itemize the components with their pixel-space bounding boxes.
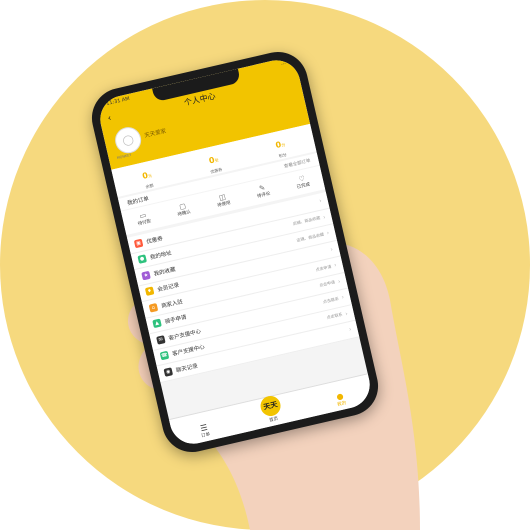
tab-mine[interactable]: ● 我的 [335,391,347,408]
order-tab-label: 待使用 [216,200,232,209]
stat-unit: 元 [147,172,153,179]
stat-label: 余额 [144,182,154,189]
tab-label: 首页 [268,416,279,424]
tab-home[interactable]: 天天 首页 [258,393,284,425]
avatar[interactable]: ◯ [112,124,144,156]
menu-item-label: 聊天记录 [175,363,199,374]
member-icon: ♦ [144,286,155,297]
order-tab-label: 待确认 [177,209,192,218]
tab-pending-confirm[interactable]: ▢ 待确认 [175,201,191,218]
menu-item-label: 商家入驻 [160,298,184,310]
chevron-right-icon: › [344,310,349,318]
tab-label: 订单 [200,432,211,440]
courier-icon: ▲ [152,318,162,329]
menu-item-hint: 点击申请 [318,279,336,289]
home-badge-icon: 天天 [258,393,283,418]
stat-points[interactable]: 0分 积分 [273,131,288,159]
menu-item-hint: 店铺、商品收藏 [292,215,321,227]
tab-pending-use[interactable]: ◫ 待使用 [215,192,231,209]
coupon-icon: ▣ [133,238,144,249]
stat-label: 积分 [278,151,288,159]
tab-label: 我的 [336,400,347,408]
stat-unit: 张 [214,156,220,163]
status-time: 11:31 AM [105,95,131,108]
menu-item-label: 我的地址 [149,250,173,262]
support-icon: ✉ [156,334,166,345]
chevron-right-icon: › [326,229,330,238]
chevron-right-icon: › [348,326,353,334]
support2-icon: ☎ [159,350,170,361]
stat-label: 优惠券 [209,166,223,174]
stat-unit: 分 [280,141,286,148]
chevron-right-icon: › [329,245,334,254]
address-icon: ● [137,254,148,265]
order-tab-label: 待付款 [137,219,152,228]
tab-completed[interactable]: ♡ 已完成 [294,174,311,191]
avatar-caption: MONKEY [116,152,132,161]
tab-pending-review[interactable]: ✎ 待评论 [255,183,271,200]
order-tab-label: 已完成 [296,182,311,191]
menu-item-hint: 点击联系 [326,311,343,321]
user-icon: ◯ [121,133,135,147]
merchant-icon: ⌂ [148,302,159,313]
chevron-right-icon: › [318,197,323,205]
chevron-right-icon: › [333,261,338,270]
menu-item-label: 优惠券 [145,235,164,246]
tab-pending-payment[interactable]: ▭ 待付款 [135,210,151,227]
status-signal: ... [280,59,287,67]
stat-balance[interactable]: 0元 余额 [139,162,154,190]
favorite-icon: ★ [141,270,151,281]
menu-item-label: 会员记录 [157,282,180,294]
chevron-right-icon: › [340,293,345,302]
order-tab-label: 待评论 [256,191,271,200]
chat-icon: ◉ [163,367,174,377]
menu-item-hint: 店铺、商品收藏 [295,231,325,243]
menu-item-hint: 点击联系 [322,295,340,305]
chevron-right-icon: › [322,213,327,221]
stat-coupon[interactable]: 0张 优惠券 [205,146,223,175]
menu-item-hint: 点击申请 [315,263,332,273]
menu-item-label: 骑手申请 [164,314,188,326]
tab-order[interactable]: ☰ 订单 [199,423,211,440]
menu-item-label: 我的收藏 [153,266,177,278]
chevron-right-icon: › [337,277,342,286]
user-name[interactable]: 天天爱家 [144,127,167,139]
